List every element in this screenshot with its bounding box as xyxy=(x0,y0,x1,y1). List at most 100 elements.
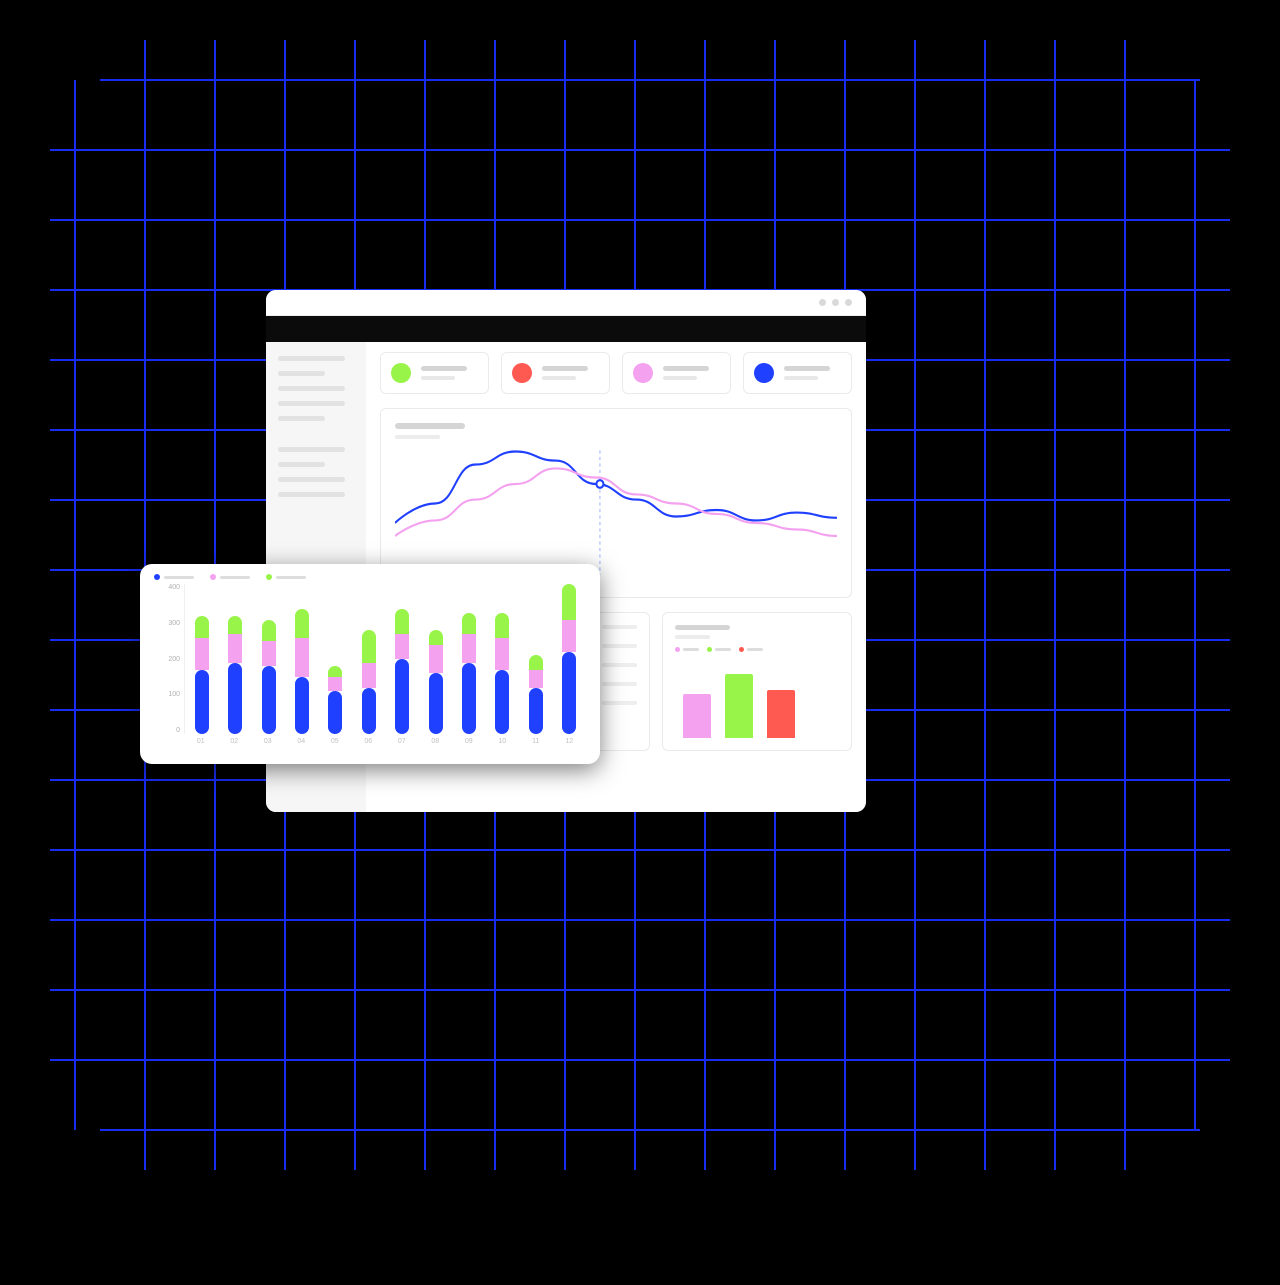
bar-segment xyxy=(262,620,276,641)
bar-segment xyxy=(562,652,576,734)
bar-segment xyxy=(295,638,309,677)
bar-segment xyxy=(262,641,276,666)
xaxis-label: 08 xyxy=(419,734,453,745)
list-item-value xyxy=(602,663,637,667)
card-title-placeholder xyxy=(421,366,467,371)
sidebar-item[interactable] xyxy=(278,401,345,406)
bar-column xyxy=(228,616,242,734)
status-indicator-icon xyxy=(391,363,411,383)
yaxis-tick: 100 xyxy=(168,691,180,698)
status-indicator-icon xyxy=(512,363,532,383)
status-cards-row xyxy=(380,352,852,394)
list-item-value xyxy=(602,682,637,686)
bar-segment xyxy=(295,609,309,638)
window-control-dot[interactable] xyxy=(819,299,826,306)
card-subtitle-placeholder xyxy=(663,376,697,380)
xaxis-label: 10 xyxy=(486,734,520,745)
status-card[interactable] xyxy=(380,352,489,394)
list-item-value xyxy=(602,701,637,705)
bar-column xyxy=(328,666,342,734)
yaxis-tick: 400 xyxy=(168,584,180,591)
bar-segment xyxy=(529,655,543,669)
sidebar-item[interactable] xyxy=(278,447,345,452)
stacked-bar-chart xyxy=(184,584,586,734)
bar-segment xyxy=(362,663,376,688)
bar-column xyxy=(262,620,276,734)
yaxis-tick: 200 xyxy=(168,656,180,663)
legend-label-placeholder xyxy=(747,648,763,651)
sidebar-item[interactable] xyxy=(278,477,345,482)
sidebar-item[interactable] xyxy=(278,416,325,421)
bar-segment xyxy=(228,616,242,634)
card-title-placeholder xyxy=(784,366,830,371)
legend-item xyxy=(210,574,250,580)
xaxis-label: 01 xyxy=(184,734,218,745)
panel-title-placeholder xyxy=(395,423,465,429)
status-card[interactable] xyxy=(743,352,852,394)
yaxis-tick: 300 xyxy=(168,620,180,627)
bar-segment xyxy=(228,634,242,663)
window-control-dot[interactable] xyxy=(845,299,852,306)
legend-label-placeholder xyxy=(683,648,699,651)
legend-item xyxy=(266,574,306,580)
legend-swatch-icon xyxy=(675,647,680,652)
bar-column xyxy=(295,609,309,734)
bar-segment xyxy=(429,630,443,644)
window-control-dot[interactable] xyxy=(832,299,839,306)
floating-bar-chart-card: 4003002001000 010203040506070809101112 xyxy=(140,564,600,764)
bar-segment xyxy=(462,634,476,663)
list-item-value xyxy=(602,644,637,648)
bar-segment xyxy=(395,659,409,734)
bar-segment xyxy=(195,616,209,637)
bar-column xyxy=(562,584,576,734)
legend-swatch-icon xyxy=(266,574,272,580)
legend-swatch-icon xyxy=(739,647,744,652)
legend-swatch-icon xyxy=(154,574,160,580)
bar-segment xyxy=(429,645,443,674)
bar-column xyxy=(529,655,543,734)
bar-segment xyxy=(195,670,209,734)
legend-item xyxy=(675,647,699,652)
mini-bar-chart xyxy=(675,658,839,738)
sidebar-item[interactable] xyxy=(278,371,325,376)
status-card[interactable] xyxy=(501,352,610,394)
sidebar-item[interactable] xyxy=(278,386,345,391)
bar-segment xyxy=(529,688,543,734)
bar-segment xyxy=(429,673,443,734)
xaxis-label: 06 xyxy=(352,734,386,745)
legend-item xyxy=(707,647,731,652)
status-indicator-icon xyxy=(633,363,653,383)
bar-segment xyxy=(328,677,342,691)
bar-segment xyxy=(228,663,242,734)
xaxis-label: 02 xyxy=(218,734,252,745)
legend-swatch-icon xyxy=(707,647,712,652)
bar-segment xyxy=(462,663,476,734)
sidebar-item[interactable] xyxy=(278,462,325,467)
mini-bar-legend xyxy=(675,647,839,652)
xaxis-label: 04 xyxy=(285,734,319,745)
bar-column xyxy=(429,630,443,734)
line-chart xyxy=(395,445,837,575)
card-subtitle-placeholder xyxy=(421,376,455,380)
status-card[interactable] xyxy=(622,352,731,394)
bar-segment xyxy=(395,609,409,634)
bar-chart-xaxis: 010203040506070809101112 xyxy=(184,734,586,745)
legend-label-placeholder xyxy=(715,648,731,651)
xaxis-label: 05 xyxy=(318,734,352,745)
card-title-placeholder xyxy=(542,366,588,371)
bar-column xyxy=(462,613,476,734)
xaxis-label: 09 xyxy=(452,734,486,745)
bar-segment xyxy=(562,584,576,620)
bar-column xyxy=(195,616,209,734)
window-header-bar xyxy=(266,316,866,342)
bar-segment xyxy=(295,677,309,734)
bar-segment xyxy=(562,620,576,652)
panel-subtitle-placeholder xyxy=(395,435,440,439)
sidebar-item[interactable] xyxy=(278,492,345,497)
sidebar-item[interactable] xyxy=(278,356,345,361)
mini-bar xyxy=(683,694,711,738)
bar-segment xyxy=(195,638,209,670)
card-subtitle-placeholder xyxy=(542,376,576,380)
bar-segment xyxy=(395,634,409,659)
bar-segment xyxy=(529,670,543,688)
